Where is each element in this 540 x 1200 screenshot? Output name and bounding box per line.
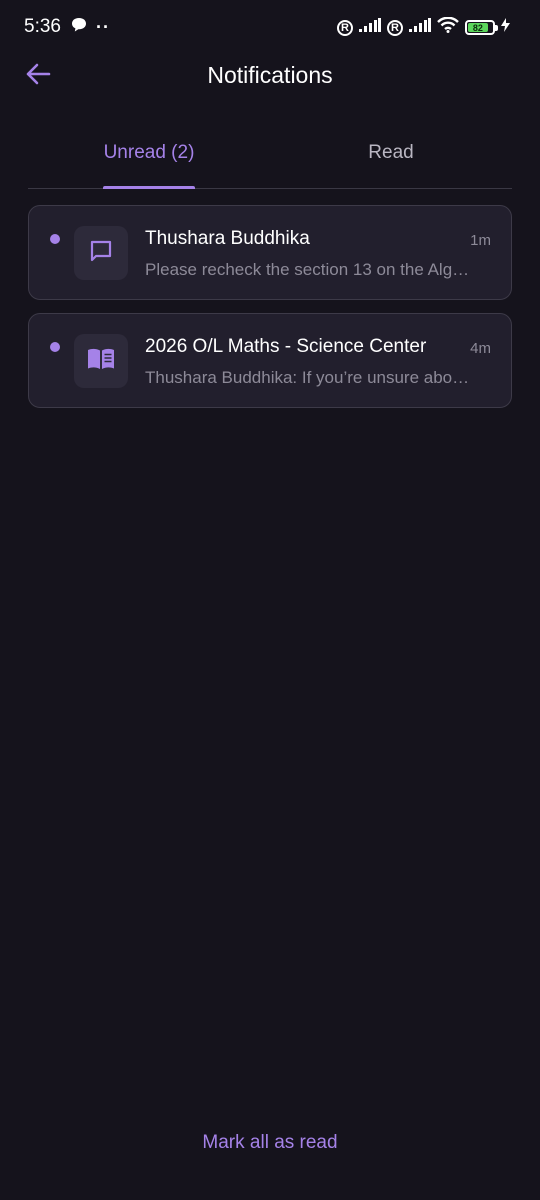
notification-preview: Please recheck the section 13 on the Alg…	[145, 260, 470, 279]
notification-icon-box	[74, 226, 128, 280]
status-right-icons: R R 82	[337, 16, 510, 38]
more-dots: ··	[96, 17, 110, 37]
battery-icon: 82	[465, 20, 498, 35]
mark-all-read-button[interactable]: Mark all as read	[0, 1132, 540, 1154]
notification-card[interactable]: 2026 O/L Maths - Science Center 4m Thush…	[28, 313, 512, 408]
notification-preview: Thushara Buddhika: If you’re unsure abo…	[145, 368, 470, 387]
tab-bar: Unread (2) Read	[28, 128, 512, 189]
status-left-icons: ··	[70, 16, 110, 39]
signal-icon	[409, 18, 431, 37]
page-title: Notifications	[207, 62, 333, 88]
tab-unread[interactable]: Unread (2)	[28, 142, 270, 164]
status-time: 5:36	[24, 16, 61, 37]
wifi-icon	[437, 16, 459, 38]
message-bubble-icon	[70, 16, 88, 39]
registered-icon: R	[387, 19, 403, 36]
signal-icon	[359, 18, 381, 37]
battery-level: 82	[468, 23, 488, 33]
notification-card[interactable]: Thushara Buddhika 1m Please recheck the …	[28, 205, 512, 300]
active-tab-indicator	[103, 186, 195, 189]
notification-list: Thushara Buddhika 1m Please recheck the …	[28, 205, 512, 421]
status-bar: 5:36 ·· R R 82	[0, 0, 540, 54]
notification-title: Thushara Buddhika	[145, 228, 310, 249]
notification-time: 4m	[470, 340, 491, 357]
registered-icon: R	[337, 19, 353, 36]
tab-read[interactable]: Read	[270, 142, 512, 164]
app-header: Notifications	[0, 50, 540, 102]
notification-icon-box	[74, 334, 128, 388]
chat-icon	[88, 238, 114, 269]
notification-title: 2026 O/L Maths - Science Center	[145, 336, 427, 357]
book-icon	[86, 347, 116, 376]
unread-indicator	[50, 342, 60, 352]
notification-time: 1m	[470, 232, 491, 249]
unread-indicator	[50, 234, 60, 244]
charging-icon	[501, 18, 510, 37]
